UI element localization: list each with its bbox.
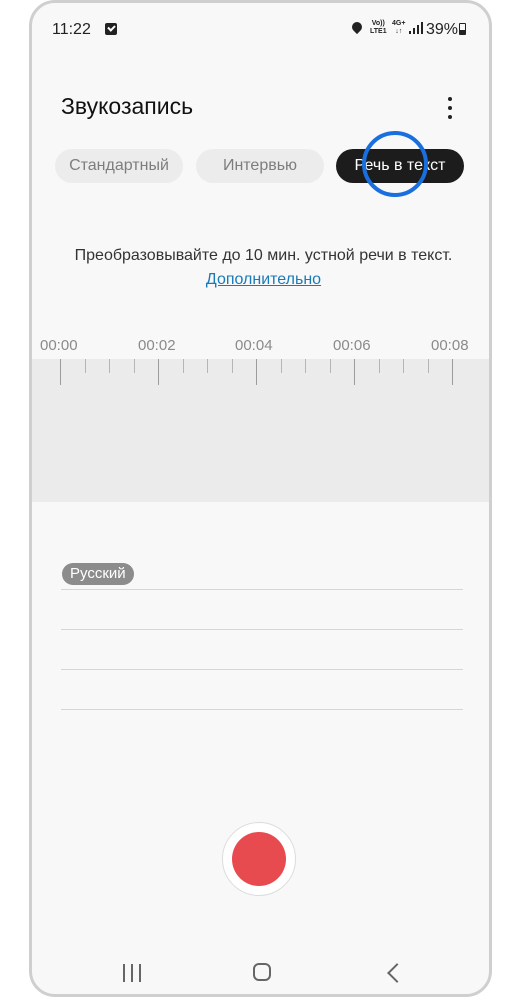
timeline-tick bbox=[329, 359, 331, 373]
info-description: Преобразовывайте до 10 мин. устной речи … bbox=[74, 247, 453, 264]
transcript-line bbox=[61, 709, 463, 710]
tap-indicator-ring bbox=[362, 131, 428, 197]
status-bar: 11:22 Vo)) LTE1 4G+ ↓↑ 39% bbox=[32, 3, 489, 59]
timeline-tick bbox=[427, 359, 429, 373]
info-text: Преобразовывайте до 10 мин. устной речи … bbox=[72, 244, 455, 292]
transcript-line bbox=[61, 589, 463, 590]
timeline-tick bbox=[452, 359, 453, 385]
back-icon[interactable] bbox=[387, 963, 407, 983]
timeline-tick bbox=[354, 359, 355, 385]
timeline-tick bbox=[305, 359, 306, 373]
timeline-waveform-area bbox=[32, 359, 489, 502]
timeline-label: 00:02 bbox=[138, 337, 176, 354]
timeline-tick bbox=[378, 359, 380, 373]
timeline-tick bbox=[280, 359, 282, 373]
home-icon[interactable] bbox=[253, 963, 271, 981]
battery-percent: 39% bbox=[426, 21, 459, 38]
timeline-tick bbox=[182, 359, 184, 373]
tab-interview[interactable]: Интервью bbox=[196, 149, 324, 183]
tab-standard[interactable]: Стандартный bbox=[55, 149, 183, 183]
volte-icon: Vo)) LTE1 bbox=[370, 20, 387, 35]
transcript-line bbox=[61, 629, 463, 630]
record-button[interactable] bbox=[222, 822, 296, 896]
timeline-label: 00:00 bbox=[40, 337, 78, 354]
timeline-tick bbox=[403, 359, 404, 373]
timeline-tick bbox=[256, 359, 257, 385]
phone-frame: 11:22 Vo)) LTE1 4G+ ↓↑ 39% Звукозапись Ста… bbox=[29, 0, 492, 997]
recent-apps-icon[interactable] bbox=[123, 964, 143, 982]
network-4g-icon: 4G+ ↓↑ bbox=[392, 20, 406, 35]
timeline-tick bbox=[109, 359, 110, 373]
page-title: Звукозапись bbox=[61, 93, 194, 119]
location-icon bbox=[349, 19, 365, 35]
timeline-label: 00:08 bbox=[431, 337, 469, 354]
signal-icon bbox=[409, 22, 423, 34]
timeline-tick bbox=[84, 359, 86, 373]
timeline-labels: 00:00 00:02 00:04 00:06 00:08 bbox=[32, 337, 489, 357]
battery-icon bbox=[459, 23, 466, 35]
timeline-tick bbox=[231, 359, 233, 373]
timeline-label: 00:04 bbox=[235, 337, 273, 354]
notification-check-icon bbox=[105, 23, 117, 35]
timeline-tick bbox=[133, 359, 135, 373]
more-info-link[interactable]: Дополнительно bbox=[206, 271, 321, 288]
record-icon bbox=[232, 832, 286, 886]
timeline-label: 00:06 bbox=[333, 337, 371, 354]
transcript-line bbox=[61, 669, 463, 670]
language-badge[interactable]: Русский bbox=[62, 563, 134, 585]
more-vertical-icon[interactable] bbox=[444, 95, 456, 121]
timeline-tick bbox=[60, 359, 61, 385]
status-time: 11:22 bbox=[52, 21, 91, 38]
timeline-tick bbox=[158, 359, 159, 385]
timeline-tick bbox=[207, 359, 208, 373]
